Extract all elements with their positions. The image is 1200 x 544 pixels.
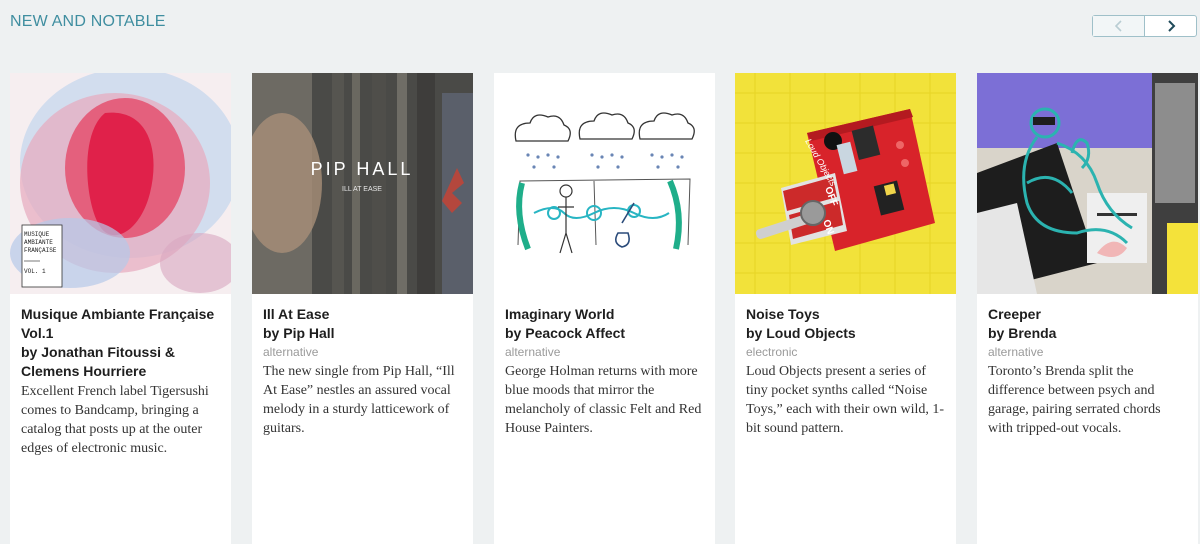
art-subtitle: ILL AT EASE xyxy=(342,186,382,193)
album-card[interactable]: Imaginary World by Peacock Affect altern… xyxy=(494,73,715,544)
album-artist[interactable]: by Brenda xyxy=(988,324,1187,343)
prev-button[interactable] xyxy=(1093,16,1145,36)
album-description: Loud Objects present a series of tiny po… xyxy=(746,364,945,436)
album-card[interactable]: PIP HALL ILL AT EASE Ill At Ease by Pip … xyxy=(252,73,473,544)
album-title[interactable]: Creeper xyxy=(988,305,1187,324)
chevron-right-icon xyxy=(1167,20,1175,32)
art-text-4: VOL. 1 xyxy=(24,268,46,275)
album-title[interactable]: Musique Ambiante Française Vol.1 xyxy=(21,305,220,343)
section-title: NEW AND NOTABLE xyxy=(10,13,166,30)
album-card[interactable]: OFF ON Loud Objects Noise Toys by Loud O… xyxy=(735,73,956,544)
album-art[interactable] xyxy=(494,73,715,294)
chevron-left-icon xyxy=(1114,20,1122,32)
art-text-3: FRANÇAISE xyxy=(24,247,57,254)
next-button[interactable] xyxy=(1145,16,1196,36)
album-description: The new single from Pip Hall, “Ill At Ea… xyxy=(263,364,455,436)
album-artist[interactable]: by Peacock Affect xyxy=(505,324,704,343)
album-artist[interactable]: by Loud Objects xyxy=(746,324,945,343)
album-genre[interactable]: electronic xyxy=(746,344,945,361)
album-art[interactable]: PIP HALL ILL AT EASE xyxy=(252,73,473,294)
album-description: Toronto’s Brenda split the difference be… xyxy=(988,364,1161,436)
album-card[interactable]: MUSIQUE AMBIANTE FRANÇAISE VOL. 1 Musiqu… xyxy=(10,73,231,544)
album-art[interactable]: OFF ON Loud Objects xyxy=(735,73,956,294)
art-text-1: MUSIQUE xyxy=(24,231,50,238)
album-title[interactable]: Ill At Ease xyxy=(263,305,462,324)
art-text-2: AMBIANTE xyxy=(24,239,53,246)
album-description: George Holman returns with more blue moo… xyxy=(505,364,702,436)
album-art[interactable]: MUSIQUE AMBIANTE FRANÇAISE VOL. 1 xyxy=(10,73,231,294)
album-title[interactable]: Noise Toys xyxy=(746,305,945,324)
album-genre[interactable]: alternative xyxy=(263,344,462,361)
album-card[interactable]: Creeper by Brenda alternative Toronto’s … xyxy=(977,73,1198,544)
album-artist[interactable]: by Pip Hall xyxy=(263,324,462,343)
album-genre[interactable]: alternative xyxy=(988,344,1187,361)
carousel-pager xyxy=(1092,15,1197,37)
album-description: Excellent French label Tigersushi comes … xyxy=(21,384,209,456)
album-art[interactable] xyxy=(977,73,1198,294)
album-title[interactable]: Imaginary World xyxy=(505,305,704,324)
album-artist[interactable]: by Jonathan Fitoussi & Clemens Hourriere xyxy=(21,343,220,381)
art-title: PIP HALL xyxy=(311,159,414,179)
album-genre[interactable]: alternative xyxy=(505,344,704,361)
